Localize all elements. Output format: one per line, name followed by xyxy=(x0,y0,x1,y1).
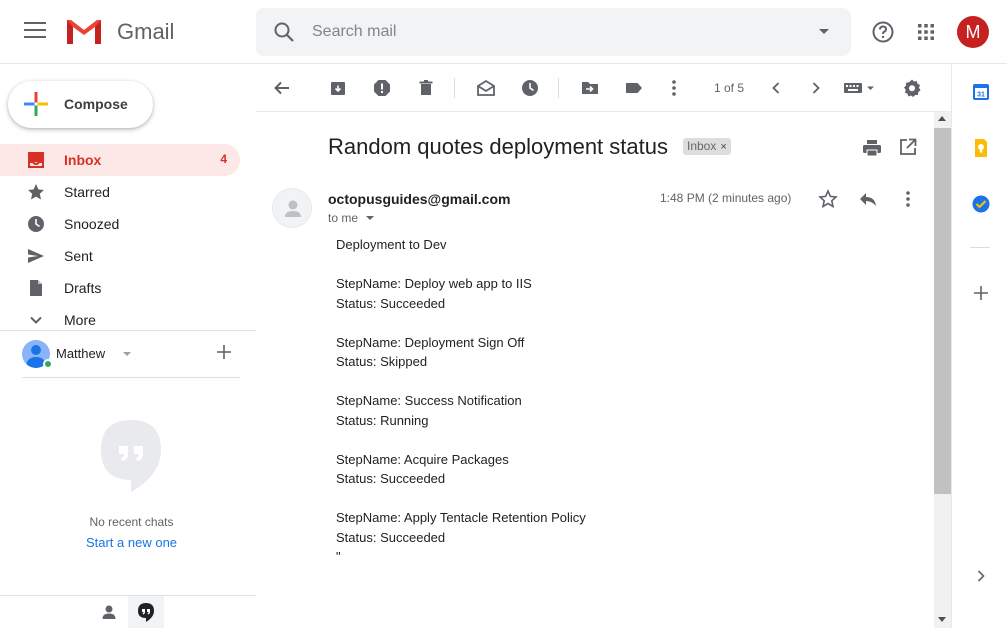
app-header: Gmail M xyxy=(0,0,1007,64)
sidebar: Compose Inbox 4 Starred Snoozed Sent Dra… xyxy=(0,64,256,628)
tasks-icon[interactable] xyxy=(971,194,991,214)
sender-email[interactable]: octopusguides@gmail.com xyxy=(328,191,510,207)
compose-button[interactable]: Compose xyxy=(8,81,153,128)
more-vert-icon[interactable] xyxy=(664,78,684,98)
toolbar-divider xyxy=(558,78,559,98)
sidebar-item-label: Inbox xyxy=(64,152,102,168)
gear-icon[interactable] xyxy=(902,78,922,98)
inbox-icon xyxy=(28,152,44,168)
email-timestamp: 1:48 PM (2 minutes ago) xyxy=(660,191,792,205)
open-new-window-icon[interactable] xyxy=(898,137,918,157)
scroll-down-icon[interactable] xyxy=(938,617,946,622)
chevron-left-icon[interactable] xyxy=(766,78,786,98)
contacts-tab[interactable] xyxy=(91,596,127,628)
mark-unread-icon[interactable] xyxy=(476,78,496,98)
help-icon[interactable] xyxy=(869,18,897,46)
start-chat-link[interactable]: Start a new one xyxy=(0,535,263,550)
sidebar-item-label: Starred xyxy=(64,184,110,200)
hangouts-icon xyxy=(138,603,154,622)
calendar-icon[interactable]: 31 xyxy=(971,82,991,102)
compose-label: Compose xyxy=(64,96,128,112)
keep-icon[interactable] xyxy=(971,138,991,158)
label-icon[interactable] xyxy=(624,78,644,98)
sidebar-item-snoozed[interactable]: Snoozed xyxy=(0,208,240,240)
search-bar xyxy=(256,8,851,56)
star-icon[interactable] xyxy=(818,189,838,209)
search-input[interactable] xyxy=(312,20,792,44)
hangouts-user[interactable]: Matthew xyxy=(22,338,240,369)
status-dropdown-icon[interactable] xyxy=(123,352,131,356)
show-details-icon[interactable] xyxy=(366,216,374,220)
search-icon[interactable] xyxy=(272,20,296,44)
message-view: Random quotes deployment status Inbox × o… xyxy=(256,112,934,628)
remove-label-icon[interactable]: × xyxy=(720,141,726,153)
sidebar-item-label: Sent xyxy=(64,248,93,264)
main-menu-button[interactable] xyxy=(24,22,46,42)
gmail-logo-icon[interactable] xyxy=(64,16,104,46)
back-arrow-icon[interactable] xyxy=(272,78,292,98)
snooze-icon[interactable] xyxy=(520,78,540,98)
toolbar-divider xyxy=(454,78,455,98)
divider xyxy=(22,377,240,378)
nav-list: Inbox 4 Starred Snoozed Sent Drafts More xyxy=(0,144,256,336)
svg-text:31: 31 xyxy=(977,92,985,99)
clock-icon xyxy=(28,216,44,232)
sidebar-item-label: More xyxy=(64,312,96,328)
inbox-label-chip[interactable]: Inbox × xyxy=(683,138,731,155)
divider xyxy=(0,330,256,331)
person-icon xyxy=(285,200,301,217)
sidebar-item-sent[interactable]: Sent xyxy=(0,240,240,272)
star-icon xyxy=(28,184,44,200)
keyboard-icon[interactable] xyxy=(842,78,878,98)
hangouts-bottom-bar xyxy=(0,595,256,628)
apps-grid-icon[interactable] xyxy=(912,18,940,46)
search-options-icon[interactable] xyxy=(819,29,829,34)
hangouts-user-name: Matthew xyxy=(56,346,106,361)
email-body: Deployment to Dev StepName: Deploy web a… xyxy=(336,237,586,564)
report-spam-icon[interactable] xyxy=(372,78,392,98)
sidebar-item-label: Snoozed xyxy=(64,216,120,232)
divider xyxy=(970,247,990,248)
app-name: Gmail xyxy=(117,19,175,44)
sidebar-item-more[interactable]: More xyxy=(0,304,240,336)
move-to-icon[interactable] xyxy=(580,78,600,98)
add-addon-icon[interactable] xyxy=(971,283,991,303)
add-chat-icon[interactable] xyxy=(215,343,233,361)
inbox-unread-count: 4 xyxy=(220,152,227,166)
reply-icon[interactable] xyxy=(858,189,878,209)
email-subject: Random quotes deployment status xyxy=(328,134,668,159)
scroll-up-icon[interactable] xyxy=(938,116,946,121)
label-chip-text: Inbox xyxy=(687,139,717,153)
more-vert-icon[interactable] xyxy=(898,189,918,209)
online-status-icon xyxy=(43,359,53,369)
message-toolbar: 1 of 5 xyxy=(256,64,951,112)
chevron-right-icon[interactable] xyxy=(806,78,826,98)
hangouts-bubble-icon xyxy=(101,420,161,492)
sidebar-item-label: Drafts xyxy=(64,280,102,296)
hangouts-tab[interactable] xyxy=(128,596,164,628)
send-icon xyxy=(28,249,44,263)
side-panel: 31 xyxy=(951,64,1007,628)
compose-plus-icon xyxy=(24,92,48,116)
delete-icon[interactable] xyxy=(416,78,436,98)
page-count: 1 of 5 xyxy=(714,81,745,95)
print-icon[interactable] xyxy=(861,137,883,159)
scroll-thumb[interactable] xyxy=(934,128,951,494)
message-scrollbar[interactable] xyxy=(934,112,951,628)
sidebar-item-inbox[interactable]: Inbox 4 xyxy=(0,144,240,176)
recipient-text: to me xyxy=(328,211,359,225)
no-chats-text: No recent chats xyxy=(89,515,174,529)
account-avatar[interactable]: M xyxy=(957,16,989,48)
sender-avatar[interactable] xyxy=(272,188,312,228)
sidebar-item-starred[interactable]: Starred xyxy=(0,176,240,208)
chevron-right-icon[interactable] xyxy=(971,566,991,586)
person-icon xyxy=(102,605,116,619)
chevron-down-icon xyxy=(30,316,42,324)
archive-icon[interactable] xyxy=(328,78,348,98)
sidebar-item-drafts[interactable]: Drafts xyxy=(0,272,240,304)
draft-icon xyxy=(30,280,42,296)
